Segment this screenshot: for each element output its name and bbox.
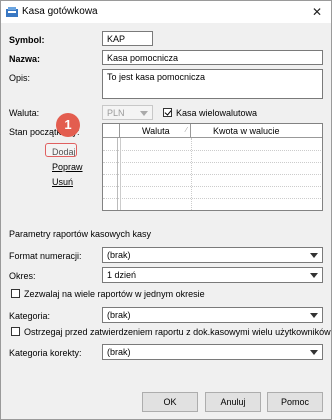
report-params-section-label: Parametry raportów kasowych kasy bbox=[9, 229, 152, 239]
chevron-down-icon bbox=[310, 350, 318, 355]
chevron-down-icon bbox=[140, 110, 148, 116]
column-resize-icon: ⁄ bbox=[185, 127, 187, 134]
format-numeracji-value: (brak) bbox=[107, 250, 131, 260]
waluta-value: PLN bbox=[107, 108, 125, 118]
kategoria-korekty-select[interactable]: (brak) bbox=[102, 344, 323, 360]
nazwa-input[interactable]: Kasa pomocnicza bbox=[102, 50, 323, 65]
multi-currency-checkbox[interactable] bbox=[163, 108, 172, 117]
multi-reports-label: Zezwalaj na wiele raportów w jednym okre… bbox=[24, 289, 205, 299]
kategoria-korekty-label: Kategoria korekty: bbox=[9, 348, 82, 358]
okres-value: 1 dzień bbox=[107, 270, 137, 280]
nazwa-label: Nazwa: bbox=[9, 54, 41, 64]
help-button[interactable]: Pomoc bbox=[267, 392, 323, 412]
header-kwota-text: Kwota w walucie bbox=[213, 126, 280, 136]
grid-line bbox=[103, 198, 322, 199]
ok-button[interactable]: OK bbox=[142, 392, 198, 412]
app-icon bbox=[6, 7, 18, 17]
multi-currency-label: Kasa wielowalutowa bbox=[176, 108, 258, 118]
format-numeracji-label: Format numeracji: bbox=[9, 251, 82, 261]
title-bar: Kasa gotówkowa ✕ bbox=[1, 1, 331, 23]
close-icon[interactable]: ✕ bbox=[309, 4, 325, 20]
symbol-label: Symbol: bbox=[9, 35, 45, 45]
edit-link[interactable]: Popraw bbox=[52, 162, 83, 172]
grid-col-line bbox=[191, 138, 192, 210]
okres-select[interactable]: 1 dzień bbox=[102, 267, 323, 283]
kategoria-value: (brak) bbox=[107, 310, 131, 320]
kategoria-select[interactable]: (brak) bbox=[102, 307, 323, 323]
chevron-down-icon bbox=[310, 273, 318, 278]
grid-header-kwota[interactable]: Kwota w walucie bbox=[191, 124, 322, 138]
grid-header-waluta[interactable]: Waluta ⁄ bbox=[120, 124, 191, 138]
grid-header-corner bbox=[103, 124, 120, 138]
header-waluta-text: Waluta bbox=[142, 126, 170, 136]
window-title: Kasa gotówkowa bbox=[22, 6, 98, 17]
chevron-down-icon bbox=[310, 253, 318, 258]
opis-label: Opis: bbox=[9, 73, 31, 83]
warn-users-label: Ostrzegaj przed zatwierdzeniem raportu z… bbox=[24, 327, 331, 337]
grid-line bbox=[103, 174, 322, 175]
waluta-select: PLN bbox=[102, 105, 153, 120]
opis-textarea[interactable]: To jest kasa pomocnicza bbox=[102, 69, 323, 99]
cancel-button[interactable]: Anuluj bbox=[205, 392, 261, 412]
opening-balance-grid[interactable]: Waluta ⁄ Kwota w walucie bbox=[102, 123, 323, 211]
kategoria-label: Kategoria: bbox=[9, 311, 51, 321]
waluta-label: Waluta: bbox=[9, 108, 40, 118]
kasa-gotowkowa-dialog: Kasa gotówkowa ✕ Symbol: KAP Nazwa: Kasa… bbox=[0, 0, 332, 420]
delete-link[interactable]: Usuń bbox=[52, 177, 73, 187]
warn-users-checkbox[interactable] bbox=[11, 327, 20, 336]
multi-reports-checkbox[interactable] bbox=[11, 289, 20, 298]
grid-line bbox=[103, 162, 322, 163]
highlight-box bbox=[45, 143, 77, 157]
kategoria-korekty-value: (brak) bbox=[107, 347, 131, 357]
grid-line bbox=[103, 150, 322, 151]
symbol-input[interactable]: KAP bbox=[102, 31, 153, 46]
format-numeracji-select[interactable]: (brak) bbox=[102, 247, 323, 263]
step-badge: 1 bbox=[56, 113, 80, 137]
okres-label: Okres: bbox=[9, 271, 36, 281]
chevron-down-icon bbox=[310, 313, 318, 318]
grid-line bbox=[103, 186, 322, 187]
